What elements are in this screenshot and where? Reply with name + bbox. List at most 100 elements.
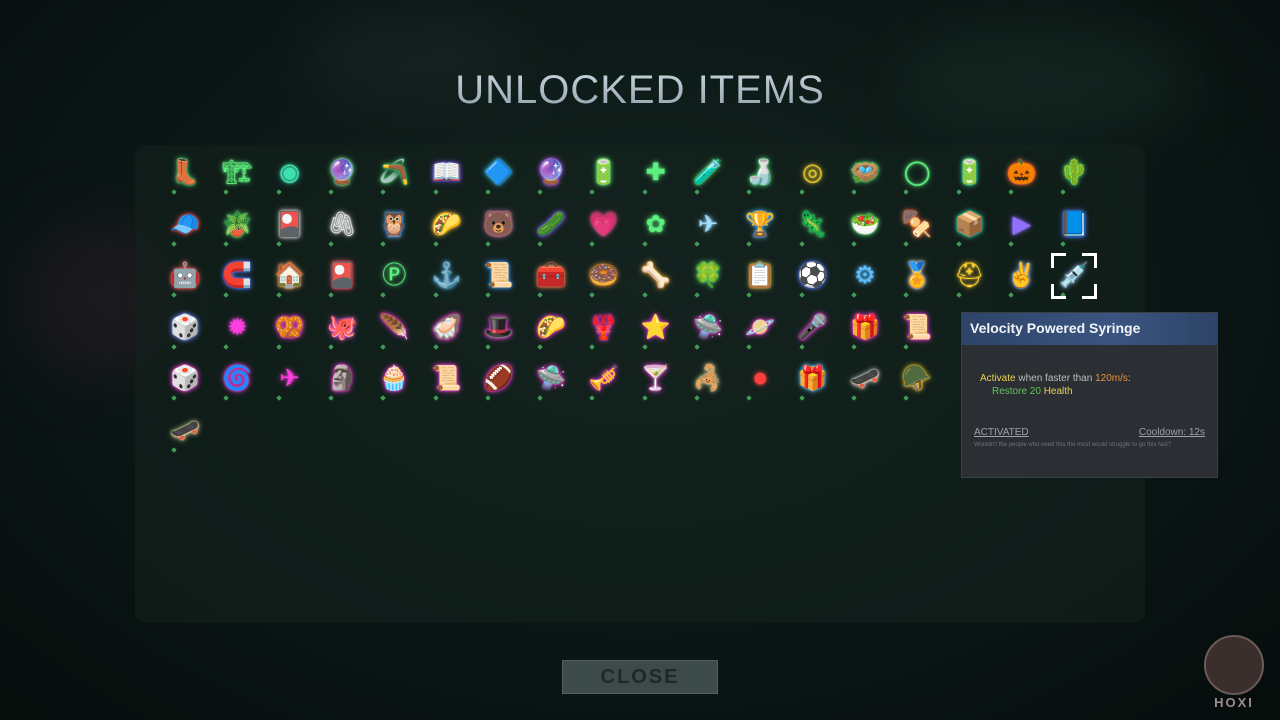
item-slot[interactable]: 🖇 [317, 200, 367, 250]
item-icon: 🧰 [536, 262, 567, 289]
item-slot[interactable]: 🔋 [578, 148, 628, 198]
item-slot[interactable]: 🎃 [997, 148, 1047, 198]
item-slot[interactable]: ◯ [892, 148, 942, 198]
item-slot[interactable]: ✚ [631, 148, 681, 198]
item-slot[interactable]: 🎲 [160, 354, 210, 404]
item-slot[interactable]: 💗 [578, 200, 628, 250]
item-icon: ◉ [279, 159, 301, 186]
item-slot[interactable]: 🦎 [788, 200, 838, 250]
item-slot[interactable]: 🎴 [265, 200, 315, 250]
item-slot[interactable]: 🍢 [892, 200, 942, 250]
item-slot[interactable]: 🎲 [160, 303, 210, 353]
item-marker [1007, 292, 1014, 298]
item-slot[interactable]: 📘 [1049, 200, 1099, 250]
item-slot[interactable]: ✈ [683, 200, 733, 250]
item-slot[interactable]: 🧪 [683, 148, 733, 198]
item-slot[interactable]: 🔮 [526, 148, 576, 198]
item-slot[interactable]: 🐻 [474, 200, 524, 250]
item-slot[interactable]: 📦 [945, 200, 995, 250]
item-slot[interactable]: 📜 [474, 251, 524, 301]
item-icon: 🌮 [431, 210, 462, 238]
item-slot[interactable]: 🥒 [526, 200, 576, 250]
item-slot[interactable]: 🌮 [526, 303, 576, 353]
item-marker [589, 292, 596, 298]
item-slot[interactable]: ✈ [265, 354, 315, 404]
item-slot[interactable]: 🛸 [683, 303, 733, 353]
item-slot[interactable]: 🧁 [369, 354, 419, 404]
item-icon: 🏆 [745, 210, 776, 238]
item-slot[interactable]: 🪶 [369, 303, 419, 353]
item-marker [275, 343, 282, 350]
item-slot[interactable]: ◉ [265, 148, 315, 198]
item-slot[interactable]: 🥨 [265, 303, 315, 353]
item-slot[interactable]: 🏈 [474, 354, 524, 404]
item-slot[interactable]: 🍸 [631, 354, 681, 404]
item-slot[interactable]: ✿ [631, 200, 681, 250]
item-slot[interactable]: 🥗 [840, 200, 890, 250]
item-slot[interactable]: 🧰 [526, 251, 576, 301]
item-slot[interactable]: ▶ [997, 200, 1047, 250]
item-slot[interactable]: 🌀 [212, 354, 262, 404]
item-slot[interactable]: 🦴 [631, 251, 681, 301]
item-slot[interactable]: ✌ [997, 251, 1047, 301]
item-slot[interactable]: 🪺 [840, 148, 890, 198]
item-slot[interactable]: ⛑ [945, 251, 995, 301]
item-slot[interactable]: 🔮 [317, 148, 367, 198]
item-slot[interactable]: 📋 [735, 251, 785, 301]
item-slot[interactable]: 🏅 [892, 251, 942, 301]
item-icon: 🦪 [431, 313, 462, 341]
item-slot[interactable]: 🧲 [212, 251, 262, 301]
item-slot[interactable]: 🦪 [422, 303, 472, 353]
item-slot[interactable]: ⭐ [631, 303, 681, 353]
item-slot[interactable]: 🍀 [683, 251, 733, 301]
item-slot[interactable]: 🎁 [788, 354, 838, 404]
item-slot[interactable]: 🦂 [683, 354, 733, 404]
item-slot[interactable]: ⏺ [735, 354, 785, 404]
item-slot[interactable]: 🏠 [265, 251, 315, 301]
item-slot[interactable]: 🎴 [317, 251, 367, 301]
item-slot[interactable]: ⚽ [788, 251, 838, 301]
close-button[interactable]: CLOSE [562, 660, 718, 694]
item-slot[interactable]: 💉 [1049, 251, 1099, 301]
item-slot[interactable]: 🧢 [160, 200, 210, 250]
item-slot[interactable]: 👢 [160, 148, 210, 198]
item-slot[interactable]: 🌮 [422, 200, 472, 250]
item-slot[interactable]: 🎁 [840, 303, 890, 353]
item-slot[interactable]: ✹ [212, 303, 262, 353]
item-icon: 🦉 [379, 210, 410, 238]
item-slot[interactable]: 📜 [422, 354, 472, 404]
item-slot[interactable]: 🔋 [945, 148, 995, 198]
item-slot[interactable]: 🏆 [735, 200, 785, 250]
item-slot[interactable]: 🔷 [474, 148, 524, 198]
item-marker [537, 343, 543, 350]
item-slot[interactable]: 🌵 [1049, 148, 1099, 198]
item-slot[interactable]: ⚓ [422, 251, 472, 301]
item-slot[interactable]: 🍩 [578, 251, 628, 301]
item-slot[interactable]: 🦞 [578, 303, 628, 353]
item-icon: 🔷 [483, 159, 514, 186]
item-slot[interactable]: ⚙ [840, 251, 890, 301]
item-slot[interactable]: 🍶 [735, 148, 785, 198]
item-slot[interactable]: Ⓟ [369, 251, 419, 301]
item-slot[interactable]: ◎ [788, 148, 838, 198]
item-slot[interactable]: 🛹 [840, 354, 890, 404]
item-slot[interactable]: 🎩 [474, 303, 524, 353]
item-slot[interactable]: 🪐 [735, 303, 785, 353]
item-icon: 🐻 [483, 210, 514, 238]
item-slot[interactable]: 🛸 [526, 354, 576, 404]
item-slot[interactable]: 🪴 [212, 200, 262, 250]
item-slot[interactable]: 🪖 [892, 354, 942, 404]
item-slot[interactable]: 🪃 [369, 148, 419, 198]
item-marker [484, 343, 491, 350]
item-slot[interactable]: 🤖 [160, 251, 210, 301]
item-slot[interactable]: 🐙 [317, 303, 367, 353]
item-slot[interactable]: 📖 [422, 148, 472, 198]
item-slot[interactable]: 🎤 [788, 303, 838, 353]
item-slot[interactable]: 🦉 [369, 200, 419, 250]
item-slot[interactable]: 🎺 [578, 354, 628, 404]
item-slot[interactable]: 🛹 [160, 406, 210, 456]
item-slot[interactable]: 🏗 [212, 148, 262, 198]
item-slot[interactable]: 🗿 [317, 354, 367, 404]
item-slot[interactable]: 📜 [892, 303, 942, 353]
item-icon: 🎲 [170, 313, 200, 341]
